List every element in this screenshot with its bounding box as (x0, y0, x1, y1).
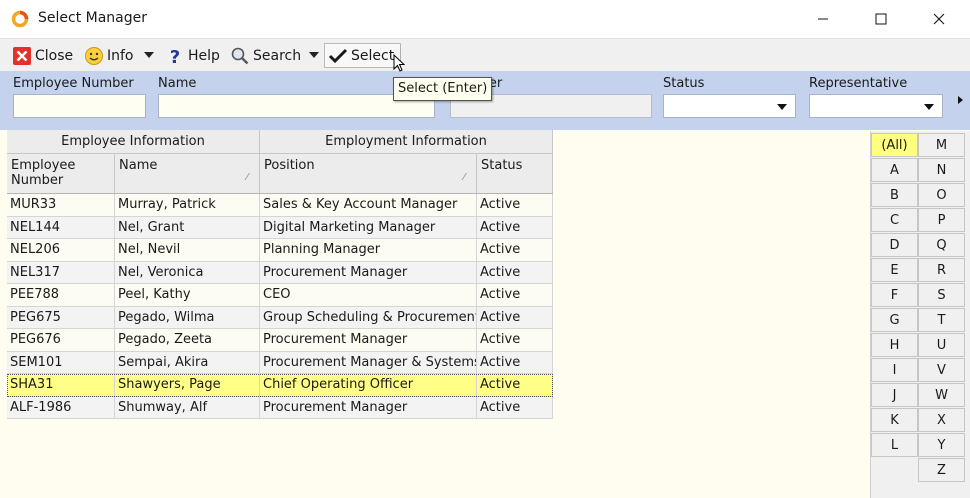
alphabet-index-button[interactable]: (All) (871, 133, 918, 157)
close-label: Close (35, 47, 74, 64)
grid-body: MUR33 Murray, Patrick Sales & Key Account … (7, 194, 553, 419)
alphabet-index-button[interactable]: W (918, 383, 965, 407)
app-logo-icon (11, 10, 29, 28)
status-filter-select[interactable] (663, 94, 796, 118)
alphabet-index-button[interactable]: T (918, 308, 965, 332)
table-row[interactable]: PEG675 Pegado, Wilma Group Scheduling & Pr… (7, 306, 553, 329)
column-header-employee-number[interactable]: Employee Number (7, 154, 115, 193)
close-icon (933, 13, 945, 25)
select-tooltip: Select (Enter) (393, 77, 493, 101)
alphabet-index-button[interactable]: E (871, 258, 918, 282)
representative-filter-label: Representative (809, 76, 908, 91)
svg-text:?: ? (170, 47, 180, 66)
alphabet-index-button[interactable]: O (918, 183, 965, 207)
maximize-button[interactable] (853, 0, 909, 38)
select-label: Select (351, 47, 395, 64)
alphabet-index-button[interactable]: Z (918, 458, 965, 482)
more-filters-arrow-icon[interactable] (958, 96, 963, 104)
table-row[interactable]: NEL206 Nel, Nevil Planning Manager Active (7, 239, 553, 262)
table-row[interactable]: MUR33 Murray, Patrick Sales & Key Account … (7, 194, 553, 217)
search-label: Search (253, 47, 302, 64)
alphabet-index-button[interactable]: M (918, 133, 965, 157)
mouse-pointer-icon (393, 54, 405, 72)
minimize-button[interactable] (795, 0, 851, 38)
close-red-icon (13, 46, 31, 65)
alphabet-index-button[interactable]: F (871, 283, 918, 307)
window-title: Select Manager (38, 10, 148, 26)
sort-indicator-icon: ⁄ (246, 172, 248, 183)
alphabet-index-button[interactable]: R (918, 258, 965, 282)
select-button[interactable]: Select (324, 43, 402, 68)
alphabet-index-panel: (All) A B C D E F G H I J K L MNOPQRSTUVWXYZ (870, 131, 970, 498)
alphabet-index-button[interactable]: J (871, 383, 918, 407)
grid-column-header: Employee Number Name ⁄ Position ⁄ Status (7, 154, 553, 194)
alphabet-index-button[interactable]: N (918, 158, 965, 182)
info-dropdown-arrow[interactable] (144, 52, 154, 58)
alphabet-index-button[interactable]: K (871, 408, 918, 432)
checkmark-icon (328, 48, 348, 63)
alphabet-index-button[interactable]: U (918, 333, 965, 357)
table-row[interactable]: SHA31 Shawyers, Page Chief Operating Offic… (7, 374, 553, 397)
status-filter-label: Status (663, 76, 705, 91)
search-dropdown-arrow[interactable] (309, 52, 319, 58)
grid-band-header: Employee Information Employment Informat… (7, 130, 553, 154)
alphabet-index-button[interactable]: A (871, 158, 918, 182)
minimize-icon (818, 18, 828, 20)
band-employee-information: Employee Information (7, 130, 260, 154)
alphabet-index-button[interactable]: B (871, 183, 918, 207)
alphabet-index-button[interactable]: L (871, 433, 918, 457)
alphabet-index-button[interactable]: G (871, 308, 918, 332)
column-header-status[interactable]: Status (477, 154, 553, 193)
search-button[interactable]: Search (230, 43, 301, 68)
search-icon (231, 47, 249, 64)
alphabet-index-button[interactable]: P (918, 208, 965, 232)
help-question-icon: ? (170, 47, 180, 66)
help-label: Help (188, 47, 220, 64)
table-row[interactable]: PEG676 Pegado, Zeeta Procurement Manager Ac… (7, 329, 553, 352)
alphabet-index-button[interactable]: Q (918, 233, 965, 257)
toolbar: Close Info ? Help Search Select (0, 38, 970, 71)
employee-number-filter-input[interactable] (13, 94, 146, 118)
representative-filter-select[interactable] (809, 94, 943, 118)
alphabet-index-button[interactable]: S (918, 283, 965, 307)
alphabet-index-button[interactable]: X (918, 408, 965, 432)
band-employment-information: Employment Information (260, 130, 553, 154)
alphabet-index-button[interactable]: H (871, 333, 918, 357)
column-header-name[interactable]: Name ⁄ (115, 154, 260, 193)
chevron-down-icon (777, 104, 787, 110)
table-row[interactable]: NEL144 Nel, Grant Digital Marketing Manage… (7, 216, 553, 239)
table-row[interactable]: NEL317 Nel, Veronica Procurement Manager Ac… (7, 261, 553, 284)
table-row[interactable]: PEE788 Peel, Kathy CEO Active (7, 284, 553, 307)
alphabet-index-button[interactable]: D (871, 233, 918, 257)
employee-grid: Employee Information Employment Informat… (7, 130, 553, 419)
column-header-position[interactable]: Position ⁄ (260, 154, 477, 193)
alphabet-index-button[interactable]: Y (918, 433, 965, 457)
title-bar: Select Manager (0, 0, 970, 38)
maximize-icon (875, 13, 887, 25)
chevron-down-icon (924, 104, 934, 110)
help-button[interactable]: ? Help (165, 43, 220, 68)
name-filter-label: Name (158, 76, 197, 91)
alphabet-index-button[interactable]: C (871, 208, 918, 232)
info-label: Info (107, 47, 134, 64)
close-button[interactable]: Close (12, 43, 73, 68)
table-row[interactable]: ALF-1986 Shumway, Alf Procurement Manager A… (7, 396, 553, 419)
employee-number-filter-label: Employee Number (13, 76, 134, 91)
sort-indicator-icon: ⁄ (463, 172, 465, 183)
table-row[interactable]: SEM101 Sempai, Akira Procurement Manager &… (7, 351, 553, 374)
alphabet-index-button[interactable]: V (918, 358, 965, 382)
close-window-button[interactable] (911, 0, 967, 38)
alphabet-index-button[interactable]: I (871, 358, 918, 382)
smiley-icon (85, 46, 103, 65)
info-button[interactable]: Info (84, 43, 134, 68)
